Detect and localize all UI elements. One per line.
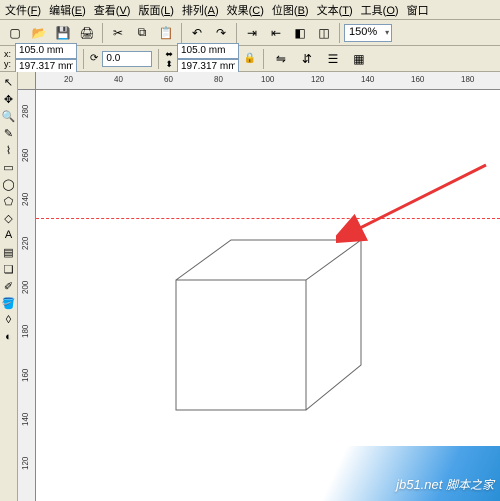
vertical-ruler[interactable]: 280 260 240 220 200 180 160 140 120 (18, 90, 36, 501)
snap-icon[interactable]: ☰ (322, 48, 344, 70)
ruler-tick: 280 (21, 105, 30, 118)
horizontal-guideline[interactable] (36, 218, 500, 219)
redo-icon[interactable]: ↷ (210, 22, 232, 44)
outline-tool-icon[interactable]: ◊ (1, 312, 17, 328)
watermark: jb51.net 脚本之家 (396, 476, 494, 493)
copy-icon[interactable]: ⧉ (131, 22, 153, 44)
table-tool-icon[interactable]: ▤ (1, 244, 17, 260)
lock-icon[interactable]: 🔒 (243, 52, 257, 66)
ellipse-tool-icon[interactable]: ◯ (1, 176, 17, 192)
publish-icon[interactable]: ◧ (289, 22, 311, 44)
menu-bitmap[interactable]: 位图(B) (269, 0, 312, 20)
shape-tool-icon[interactable]: ✥ (1, 91, 17, 107)
height-icon: ⬍ (165, 59, 173, 69)
size-icons: ⬌ ⬍ (165, 49, 173, 69)
save-icon[interactable]: 💾 (52, 22, 74, 44)
eyedropper-tool-icon[interactable]: ✐ (1, 278, 17, 294)
import-icon[interactable]: ⇥ (241, 22, 263, 44)
text-tool-icon[interactable]: A (1, 227, 17, 243)
divider (181, 23, 182, 43)
blend-tool-icon[interactable]: ❏ (1, 261, 17, 277)
divider (83, 49, 84, 69)
paste-icon[interactable]: 📋 (155, 22, 177, 44)
polygon-tool-icon[interactable]: ⬠ (1, 193, 17, 209)
ruler-tick: 220 (21, 237, 30, 250)
zoom-select[interactable]: 150% (344, 24, 392, 42)
menu-tools[interactable]: 工具(O) (358, 0, 402, 20)
xy-labels: x: y: (4, 49, 11, 69)
canvas-area: 20 40 60 80 100 120 140 160 180 280 260 … (18, 72, 500, 501)
menu-window[interactable]: 窗口 (404, 0, 432, 20)
canvas[interactable] (36, 90, 500, 501)
ifill-tool-icon[interactable]: ◐ (1, 329, 17, 345)
menu-file[interactable]: 文件(F) (2, 0, 44, 20)
ruler-tick: 260 (21, 149, 30, 162)
app-icon[interactable]: ◫ (313, 22, 335, 44)
watermark-site: jb51.net (396, 477, 442, 492)
divider (158, 49, 159, 69)
rotation-field[interactable] (102, 51, 152, 67)
new-icon[interactable]: ▢ (4, 22, 26, 44)
menu-layout[interactable]: 版面(L) (135, 0, 176, 20)
ruler-tick: 100 (261, 75, 274, 84)
ruler-tick: 160 (411, 75, 424, 84)
basicshape-tool-icon[interactable]: ◇ (1, 210, 17, 226)
freehand-tool-icon[interactable]: ✎ (1, 125, 17, 141)
rect-tool-icon[interactable]: ▭ (1, 159, 17, 175)
rotation-icon: ⟳ (90, 53, 98, 64)
zoom-value[interactable]: 150% (344, 24, 392, 42)
export-icon[interactable]: ⇤ (265, 22, 287, 44)
cut-icon[interactable]: ✂ (107, 22, 129, 44)
divider (339, 23, 340, 43)
ruler-tick: 140 (361, 75, 374, 84)
menu-edit[interactable]: 编辑(E) (46, 0, 89, 20)
ruler-tick: 140 (21, 413, 30, 426)
pick-tool-icon[interactable]: ↖ (1, 74, 17, 90)
ruler-tick: 120 (21, 457, 30, 470)
menu-arrange[interactable]: 排列(A) (179, 0, 222, 20)
workspace: ↖ ✥ 🔍 ✎ ⌇ ▭ ◯ ⬠ ◇ A ▤ ❏ ✐ 🪣 ◊ ◐ 20 40 60… (0, 72, 500, 501)
ruler-tick: 160 (21, 369, 30, 382)
property-bar: x: y: ⟳ ⬌ ⬍ 🔒 ⇋ ⇵ ☰ ▦ (0, 46, 500, 72)
cube-drawing[interactable] (176, 240, 376, 433)
menu-text[interactable]: 文本(T) (314, 0, 356, 20)
open-icon[interactable]: 📂 (28, 22, 50, 44)
ruler-corner[interactable] (18, 72, 36, 90)
x-field[interactable] (15, 43, 77, 59)
size-values (177, 43, 239, 75)
ruler-tick: 120 (311, 75, 324, 84)
y-label: y: (4, 59, 11, 69)
fill-tool-icon[interactable]: 🪣 (1, 295, 17, 311)
zoom-tool-icon[interactable]: 🔍 (1, 108, 17, 124)
divider (102, 23, 103, 43)
menu-effects[interactable]: 效果(C) (224, 0, 267, 20)
annotation-arrow-icon (336, 160, 496, 250)
ruler-tick: 200 (21, 281, 30, 294)
width-icon: ⬌ (165, 49, 173, 59)
mirror-v-icon[interactable]: ⇵ (296, 48, 318, 70)
divider (236, 23, 237, 43)
ruler-tick: 240 (21, 193, 30, 206)
width-field[interactable] (177, 43, 239, 59)
undo-icon[interactable]: ↶ (186, 22, 208, 44)
ruler-tick: 180 (461, 75, 474, 84)
ruler-tick: 180 (21, 325, 30, 338)
options-icon[interactable]: ▦ (348, 48, 370, 70)
xy-values (15, 43, 77, 75)
toolbox: ↖ ✥ 🔍 ✎ ⌇ ▭ ◯ ⬠ ◇ A ▤ ❏ ✐ 🪣 ◊ ◐ (0, 72, 18, 501)
x-label: x: (4, 49, 11, 59)
divider (263, 49, 264, 69)
ruler-tick: 60 (164, 75, 173, 84)
menu-bar: 文件(F) 编辑(E) 查看(V) 版面(L) 排列(A) 效果(C) 位图(B… (0, 0, 500, 20)
ruler-tick: 40 (114, 75, 123, 84)
ruler-tick: 80 (214, 75, 223, 84)
menu-view[interactable]: 查看(V) (91, 0, 134, 20)
ruler-tick: 20 (64, 75, 73, 84)
print-icon[interactable]: 🖨 (76, 22, 98, 44)
watermark-cn: 脚本之家 (446, 478, 494, 492)
horizontal-ruler[interactable]: 20 40 60 80 100 120 140 160 180 (36, 72, 500, 90)
smartdraw-tool-icon[interactable]: ⌇ (1, 142, 17, 158)
mirror-h-icon[interactable]: ⇋ (270, 48, 292, 70)
